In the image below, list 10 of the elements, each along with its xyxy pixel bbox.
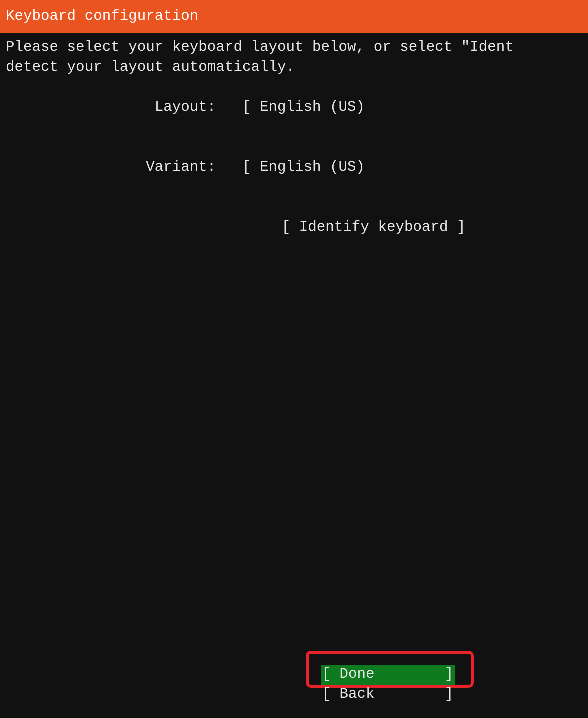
field-label: Layout:: [154, 99, 216, 118]
menu-button[interactable]: [ Done ]: [321, 665, 455, 685]
field-label: Variant:: [145, 159, 216, 178]
menu-button[interactable]: [ Back ]: [321, 685, 455, 705]
dropdown-field[interactable]: [ English (US): [242, 158, 366, 178]
window-title: Keyboard configuration: [6, 8, 199, 26]
dropdown-field[interactable]: [ English (US): [242, 98, 366, 118]
instruction-text: Please select your keyboard layout below, or select "Ident: [6, 39, 515, 58]
instruction-text: detect your layout automatically.: [6, 59, 296, 78]
identify-keyboard-button[interactable]: [ Identify keyboard ]: [282, 220, 466, 236]
